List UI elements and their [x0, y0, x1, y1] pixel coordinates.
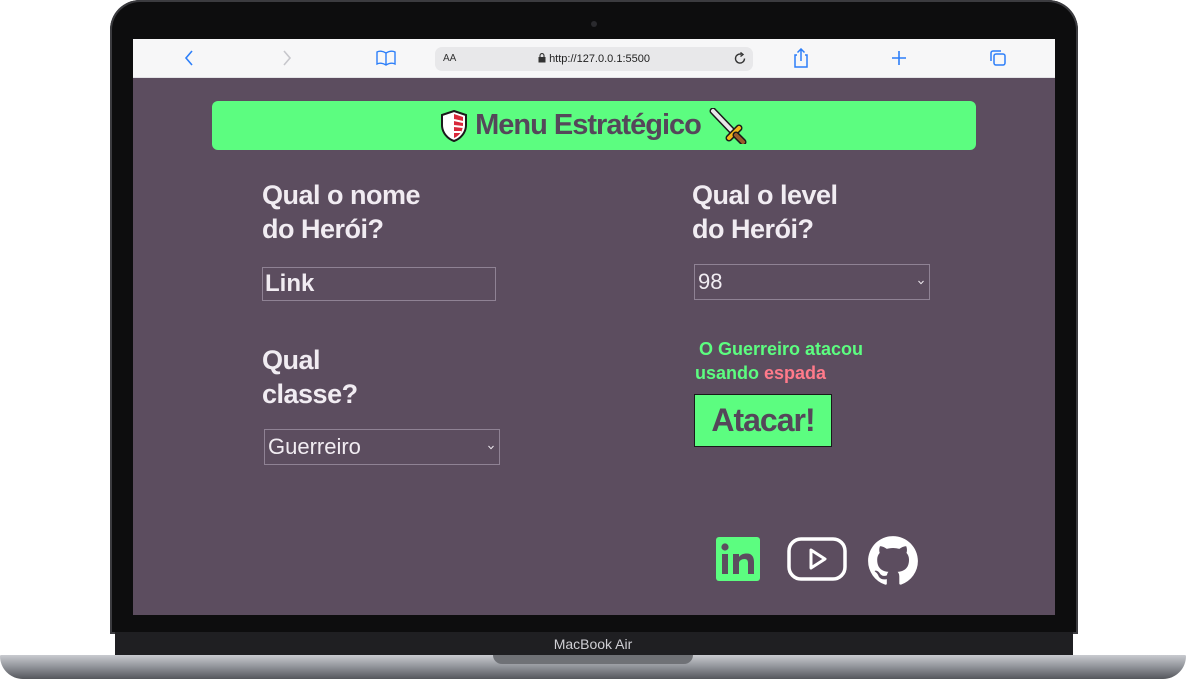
hero-level-question-line2: do Herói?	[692, 214, 814, 244]
chevron-down-icon	[918, 277, 924, 288]
linkedin-link[interactable]	[716, 537, 760, 586]
screen: AA http://127.0.0.1:5500 Menu Estratégic…	[133, 39, 1055, 615]
new-tab-button[interactable]	[884, 39, 914, 77]
share-button[interactable]	[786, 39, 816, 77]
device-label: MacBook Air	[553, 636, 633, 652]
result-text-1: O Guerreiro atacou	[699, 339, 864, 359]
hero-level-question-line1: Qual o level	[692, 180, 838, 210]
page-title: Menu Estratégico	[475, 109, 702, 141]
result-weapon: espada	[764, 363, 827, 383]
linkedin-icon	[716, 537, 760, 581]
bookmarks-button[interactable]	[371, 39, 401, 77]
camera	[591, 21, 597, 27]
youtube-icon	[787, 537, 847, 581]
lock-icon	[538, 53, 546, 63]
hero-name-input[interactable]	[262, 267, 496, 301]
url-text: http://127.0.0.1:5500	[549, 53, 650, 65]
hero-name-question-line1: Qual o nome	[262, 180, 421, 210]
hero-class-question-line1: Qual	[262, 345, 321, 375]
sword-icon	[709, 107, 747, 144]
back-button[interactable]	[174, 39, 204, 77]
hero-class-question: Qual classe?	[262, 343, 358, 411]
chevron-right-icon	[283, 50, 292, 66]
tabs-icon	[990, 50, 1006, 66]
laptop-notch	[493, 655, 693, 664]
hero-level-select[interactable]: 98	[694, 264, 930, 300]
hero-level-question: Qual o level do Herói?	[692, 178, 838, 246]
reload-button[interactable]	[733, 49, 747, 71]
share-icon	[794, 48, 808, 68]
plus-icon	[892, 51, 906, 65]
book-icon	[376, 50, 396, 66]
hero-class-select[interactable]: Guerreiro	[264, 429, 500, 465]
shield-icon	[441, 109, 468, 142]
chevron-down-icon	[488, 442, 494, 453]
title-banner: Menu Estratégico	[212, 101, 976, 150]
address-bar[interactable]: AA http://127.0.0.1:5500	[435, 47, 753, 71]
hero-class-selected: Guerreiro	[268, 434, 361, 459]
tabs-button[interactable]	[983, 39, 1013, 77]
reload-icon	[734, 51, 746, 64]
hero-name-question-line2: do Herói?	[262, 214, 384, 244]
result-text-2: usando	[695, 363, 760, 383]
hero-name-question: Qual o nome do Herói?	[262, 178, 421, 246]
youtube-link[interactable]	[787, 537, 847, 586]
hero-class-question-line2: classe?	[262, 379, 358, 409]
url-display: http://127.0.0.1:5500	[435, 53, 753, 65]
forward-button[interactable]	[272, 39, 302, 77]
hero-level-selected: 98	[698, 269, 723, 294]
browser-toolbar: AA http://127.0.0.1:5500	[133, 39, 1055, 78]
attack-result-message: O Guerreiro atacou usando espada	[695, 337, 863, 385]
attack-button[interactable]: Atacar!	[694, 394, 832, 447]
github-icon	[868, 536, 918, 585]
chevron-left-icon	[184, 50, 193, 66]
github-link[interactable]	[867, 535, 919, 592]
